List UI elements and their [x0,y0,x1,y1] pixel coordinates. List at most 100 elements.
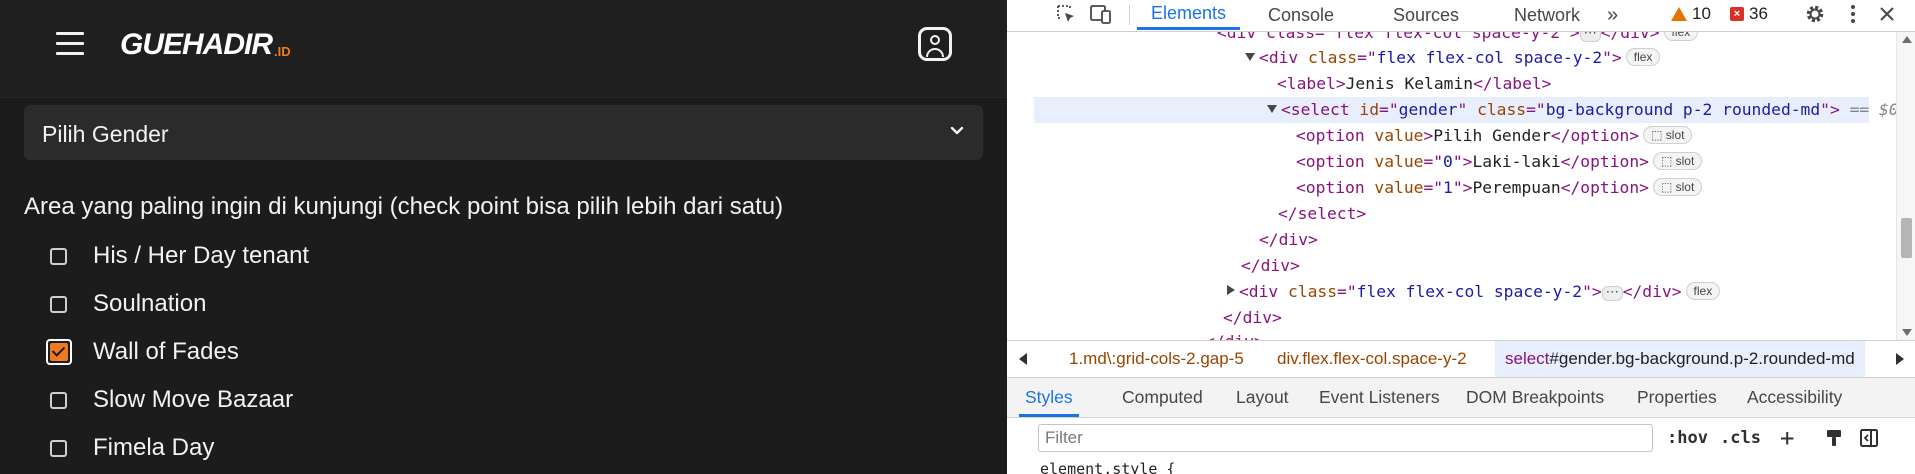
tab-dom-breakpoints[interactable]: DOM Breakpoints [1466,378,1604,417]
slot-badge[interactable]: ⬚ slot [1652,152,1703,170]
area-option-his-her-day[interactable]: His / Her Day tenant [50,236,309,276]
tab-elements[interactable]: Elements [1137,0,1241,30]
dom-text: Jenis Kelamin [1345,74,1474,93]
flex-badge[interactable]: flex [1685,282,1721,300]
breadcrumb-left-icon[interactable] [1019,353,1027,365]
breadcrumb-item[interactable]: div.flex.flex-col.space-y-2 [1277,341,1467,377]
scrollbar-thumb[interactable] [1901,218,1912,258]
expand-triangle-icon[interactable] [1245,53,1255,61]
tab-sources[interactable]: Sources [1393,0,1459,30]
area-option-fimela-day[interactable]: Fimela Day [50,428,214,468]
dom-tag-close: </div> [1241,256,1300,275]
dom-tag-close: </select> [1278,204,1367,223]
tab-properties[interactable]: Properties [1637,378,1717,417]
dom-node[interactable]: </div> [1259,227,1318,253]
class-toggle[interactable]: .cls [1720,426,1761,450]
toolbar-divider [1129,5,1130,25]
warnings-badge[interactable]: 10 [1671,2,1711,26]
hamburger-icon [56,32,84,35]
ellipsis-icon[interactable]: ⋯ [1579,32,1601,42]
dom-tag-close: </div> [1600,32,1660,42]
slot-badge[interactable]: ⬚ slot [1652,178,1703,196]
check-icon [50,343,68,361]
checkbox[interactable] [50,247,67,265]
tab-network[interactable]: Network [1514,0,1580,30]
gender-select-value: Pilih Gender [42,121,169,147]
area-option-soulnation[interactable]: Soulnation [50,284,206,324]
dom-tag-close: </label> [1473,74,1552,93]
tab-accessibility[interactable]: Accessibility [1747,378,1842,417]
breadcrumb-item[interactable]: 1.md\:grid-cols-2.gap-5 [1069,341,1244,377]
toggle-sidebar-icon[interactable] [1859,426,1879,450]
dom-node[interactable]: <div class="flex flex-col space-y-2"> fle… [1245,45,1661,71]
dom-node[interactable]: </select> [1278,201,1366,227]
dom-node[interactable]: <div class="flex flex-col space-y-2"> ⋯ </… [1217,32,1699,46]
warning-icon [1671,7,1687,21]
hover-state-toggle[interactable]: :hov [1667,426,1708,450]
profile-button[interactable] [918,27,952,61]
dom-node[interactable]: <label>Jenis Kelamin</label> [1277,71,1551,97]
hamburger-icon-line [56,42,84,45]
errors-count: 36 [1749,4,1768,23]
menu-button[interactable] [56,32,86,56]
dom-node[interactable]: </div> [1223,305,1282,331]
tab-layout[interactable]: Layout [1236,378,1289,417]
tab-event-listeners[interactable]: Event Listeners [1319,378,1440,417]
more-tabs-icon[interactable]: » [1607,0,1618,30]
expand-triangle-icon[interactable] [1267,105,1277,113]
tab-styles[interactable]: Styles [1019,378,1079,417]
dom-attr-value: gender [1398,100,1458,119]
checkbox[interactable] [50,439,67,457]
logo-suffix: .ID [274,44,291,59]
breadcrumb-tag: select [1505,349,1550,368]
dom-text: Perempuan [1472,178,1561,197]
tab-console[interactable]: Console [1268,0,1334,30]
settings-gear-icon[interactable] [1803,0,1827,28]
more-options-icon[interactable] [1845,0,1861,28]
checkbox-checked[interactable] [46,339,72,365]
area-option-slow-move-bazaar[interactable]: Slow Move Bazaar [50,380,293,420]
scroll-up-icon[interactable] [1902,36,1912,43]
ellipsis-icon[interactable]: ⋯ [1601,285,1623,301]
paint-brush-icon[interactable] [1825,426,1843,450]
breadcrumb-item-selected[interactable]: select#gender.bg-background.p-2.rounded-… [1495,341,1865,377]
device-toolbar-icon[interactable] [1087,0,1115,28]
breadcrumb-right-icon[interactable] [1896,353,1904,365]
dom-node[interactable]: </div> [1205,329,1264,340]
dom-tag-close: </div> [1205,332,1264,340]
dom-node-selected[interactable]: ⋯ <select id="gender" class="bg-backgrou… [1034,97,1896,123]
new-style-rule-icon[interactable]: + [1780,426,1794,450]
tab-computed[interactable]: Computed [1122,378,1203,417]
dom-node[interactable]: </div> [1241,253,1300,279]
dom-tree[interactable]: <div class="flex flex-col space-y-2"> ⋯ </… [1034,32,1896,340]
area-option-label: Wall of Fades [93,338,239,365]
styles-filter-input[interactable] [1038,424,1653,452]
area-option-wall-of-fades[interactable]: Wall of Fades [46,332,239,372]
dom-tree-scrollbar[interactable] [1896,32,1915,340]
inspect-element-icon[interactable] [1053,0,1079,28]
gender-select[interactable]: Pilih Gender [24,105,983,160]
checkbox[interactable] [50,295,67,313]
styles-tabbar: Styles Computed Layout Event Listeners D… [1007,378,1915,418]
dom-node[interactable]: <div class="flex flex-col space-y-2"> ⋯ </… [1227,279,1721,305]
dom-tag-close: </div> [1259,230,1318,249]
breadcrumb-selector: #gender.bg-background.p-2.rounded-md [1549,349,1855,368]
scroll-down-icon[interactable] [1902,329,1912,336]
flex-badge[interactable]: flex [1663,32,1699,41]
close-devtools-icon[interactable] [1877,0,1897,28]
area-option-label: Fimela Day [93,434,215,461]
dom-tag-open: <div class="flex flex-col space-y-2"> [1217,32,1580,42]
warnings-count: 10 [1692,4,1711,23]
dom-node[interactable]: <option value>Pilih Gender</option> ⬚ slo… [1296,123,1693,149]
errors-badge[interactable]: × 36 [1730,2,1768,26]
logo[interactable]: GUEHADIR .ID [120,28,291,60]
slot-badge[interactable]: ⬚ slot [1643,126,1693,144]
dom-attr-value: 0 [1443,152,1453,171]
dom-node[interactable]: <option value="1">Perempuan</option> ⬚ sl… [1296,175,1703,201]
user-icon [930,35,940,45]
checkbox[interactable] [50,391,67,409]
flex-badge[interactable]: flex [1625,48,1661,66]
app-header: GUEHADIR .ID [0,0,1007,98]
collapse-triangle-icon[interactable] [1227,285,1235,295]
dom-node[interactable]: <option value="0">Laki-laki</option> ⬚ sl… [1296,149,1703,175]
